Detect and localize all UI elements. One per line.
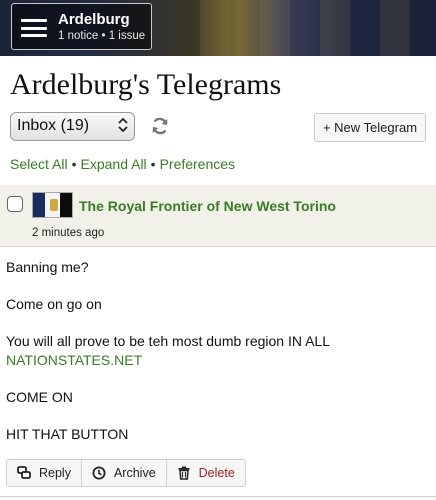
archive-label: Archive bbox=[113, 466, 156, 480]
telegram-body: Banning me? Come on go on You will all p… bbox=[6, 258, 426, 462]
divider bbox=[0, 496, 436, 497]
hamburger-icon bbox=[21, 19, 47, 37]
chevron-updown-icon bbox=[118, 117, 128, 136]
telegram-timestamp: 2 minutes ago bbox=[32, 227, 105, 239]
notice-summary: 1 notice • 1 issue bbox=[58, 30, 146, 42]
delete-button[interactable]: Delete bbox=[167, 460, 245, 486]
telegram-actions: Reply Archive Delete bbox=[6, 459, 246, 487]
select-all-link[interactable]: Select All bbox=[10, 156, 68, 172]
reply-label: Reply bbox=[39, 466, 71, 480]
telegram-header: The Royal Frontier of New West Torino 2 … bbox=[0, 185, 436, 247]
top-banner: Ardelburg 1 notice • 1 issue bbox=[0, 0, 436, 56]
expand-all-link[interactable]: Expand All bbox=[81, 156, 147, 172]
body-line-text: You will all prove to be teh most dumb r… bbox=[6, 333, 331, 349]
delete-label: Delete bbox=[198, 466, 235, 480]
refresh-icon[interactable] bbox=[150, 116, 170, 136]
separator: • bbox=[71, 156, 77, 172]
body-line: COME ON bbox=[6, 389, 73, 405]
trash-icon bbox=[178, 466, 190, 480]
preferences-link[interactable]: Preferences bbox=[160, 156, 235, 172]
body-line: HIT THAT BUTTON bbox=[6, 426, 129, 442]
separator: • bbox=[150, 156, 156, 172]
sender-link[interactable]: The Royal Frontier of New West Torino bbox=[79, 198, 336, 214]
page-title: Ardelburg's Telegrams bbox=[10, 68, 282, 101]
nation-name-label: Ardelburg bbox=[58, 11, 130, 28]
list-actions: Select All • Expand All • Preferences bbox=[10, 156, 235, 172]
nationstates-link[interactable]: NATIONSTATES.NET bbox=[6, 352, 142, 368]
archive-button[interactable]: Archive bbox=[82, 460, 167, 486]
folder-select[interactable]: Inbox (19) bbox=[10, 112, 135, 141]
new-telegram-button[interactable]: + New Telegram bbox=[314, 113, 426, 142]
nation-menu-button[interactable]: Ardelburg 1 notice • 1 issue bbox=[11, 3, 152, 50]
archive-icon bbox=[92, 466, 106, 480]
reply-button[interactable]: Reply bbox=[7, 460, 82, 486]
telegram-checkbox[interactable] bbox=[7, 196, 23, 212]
nation-flag[interactable] bbox=[32, 192, 73, 218]
reply-icon bbox=[17, 466, 31, 479]
banner-background bbox=[170, 0, 430, 56]
folder-select-value: Inbox (19) bbox=[17, 117, 90, 134]
body-line: Come on go on bbox=[6, 296, 102, 312]
body-line: You will all prove to be teh most dumb r… bbox=[6, 332, 426, 370]
body-line: Banning me? bbox=[6, 259, 89, 275]
